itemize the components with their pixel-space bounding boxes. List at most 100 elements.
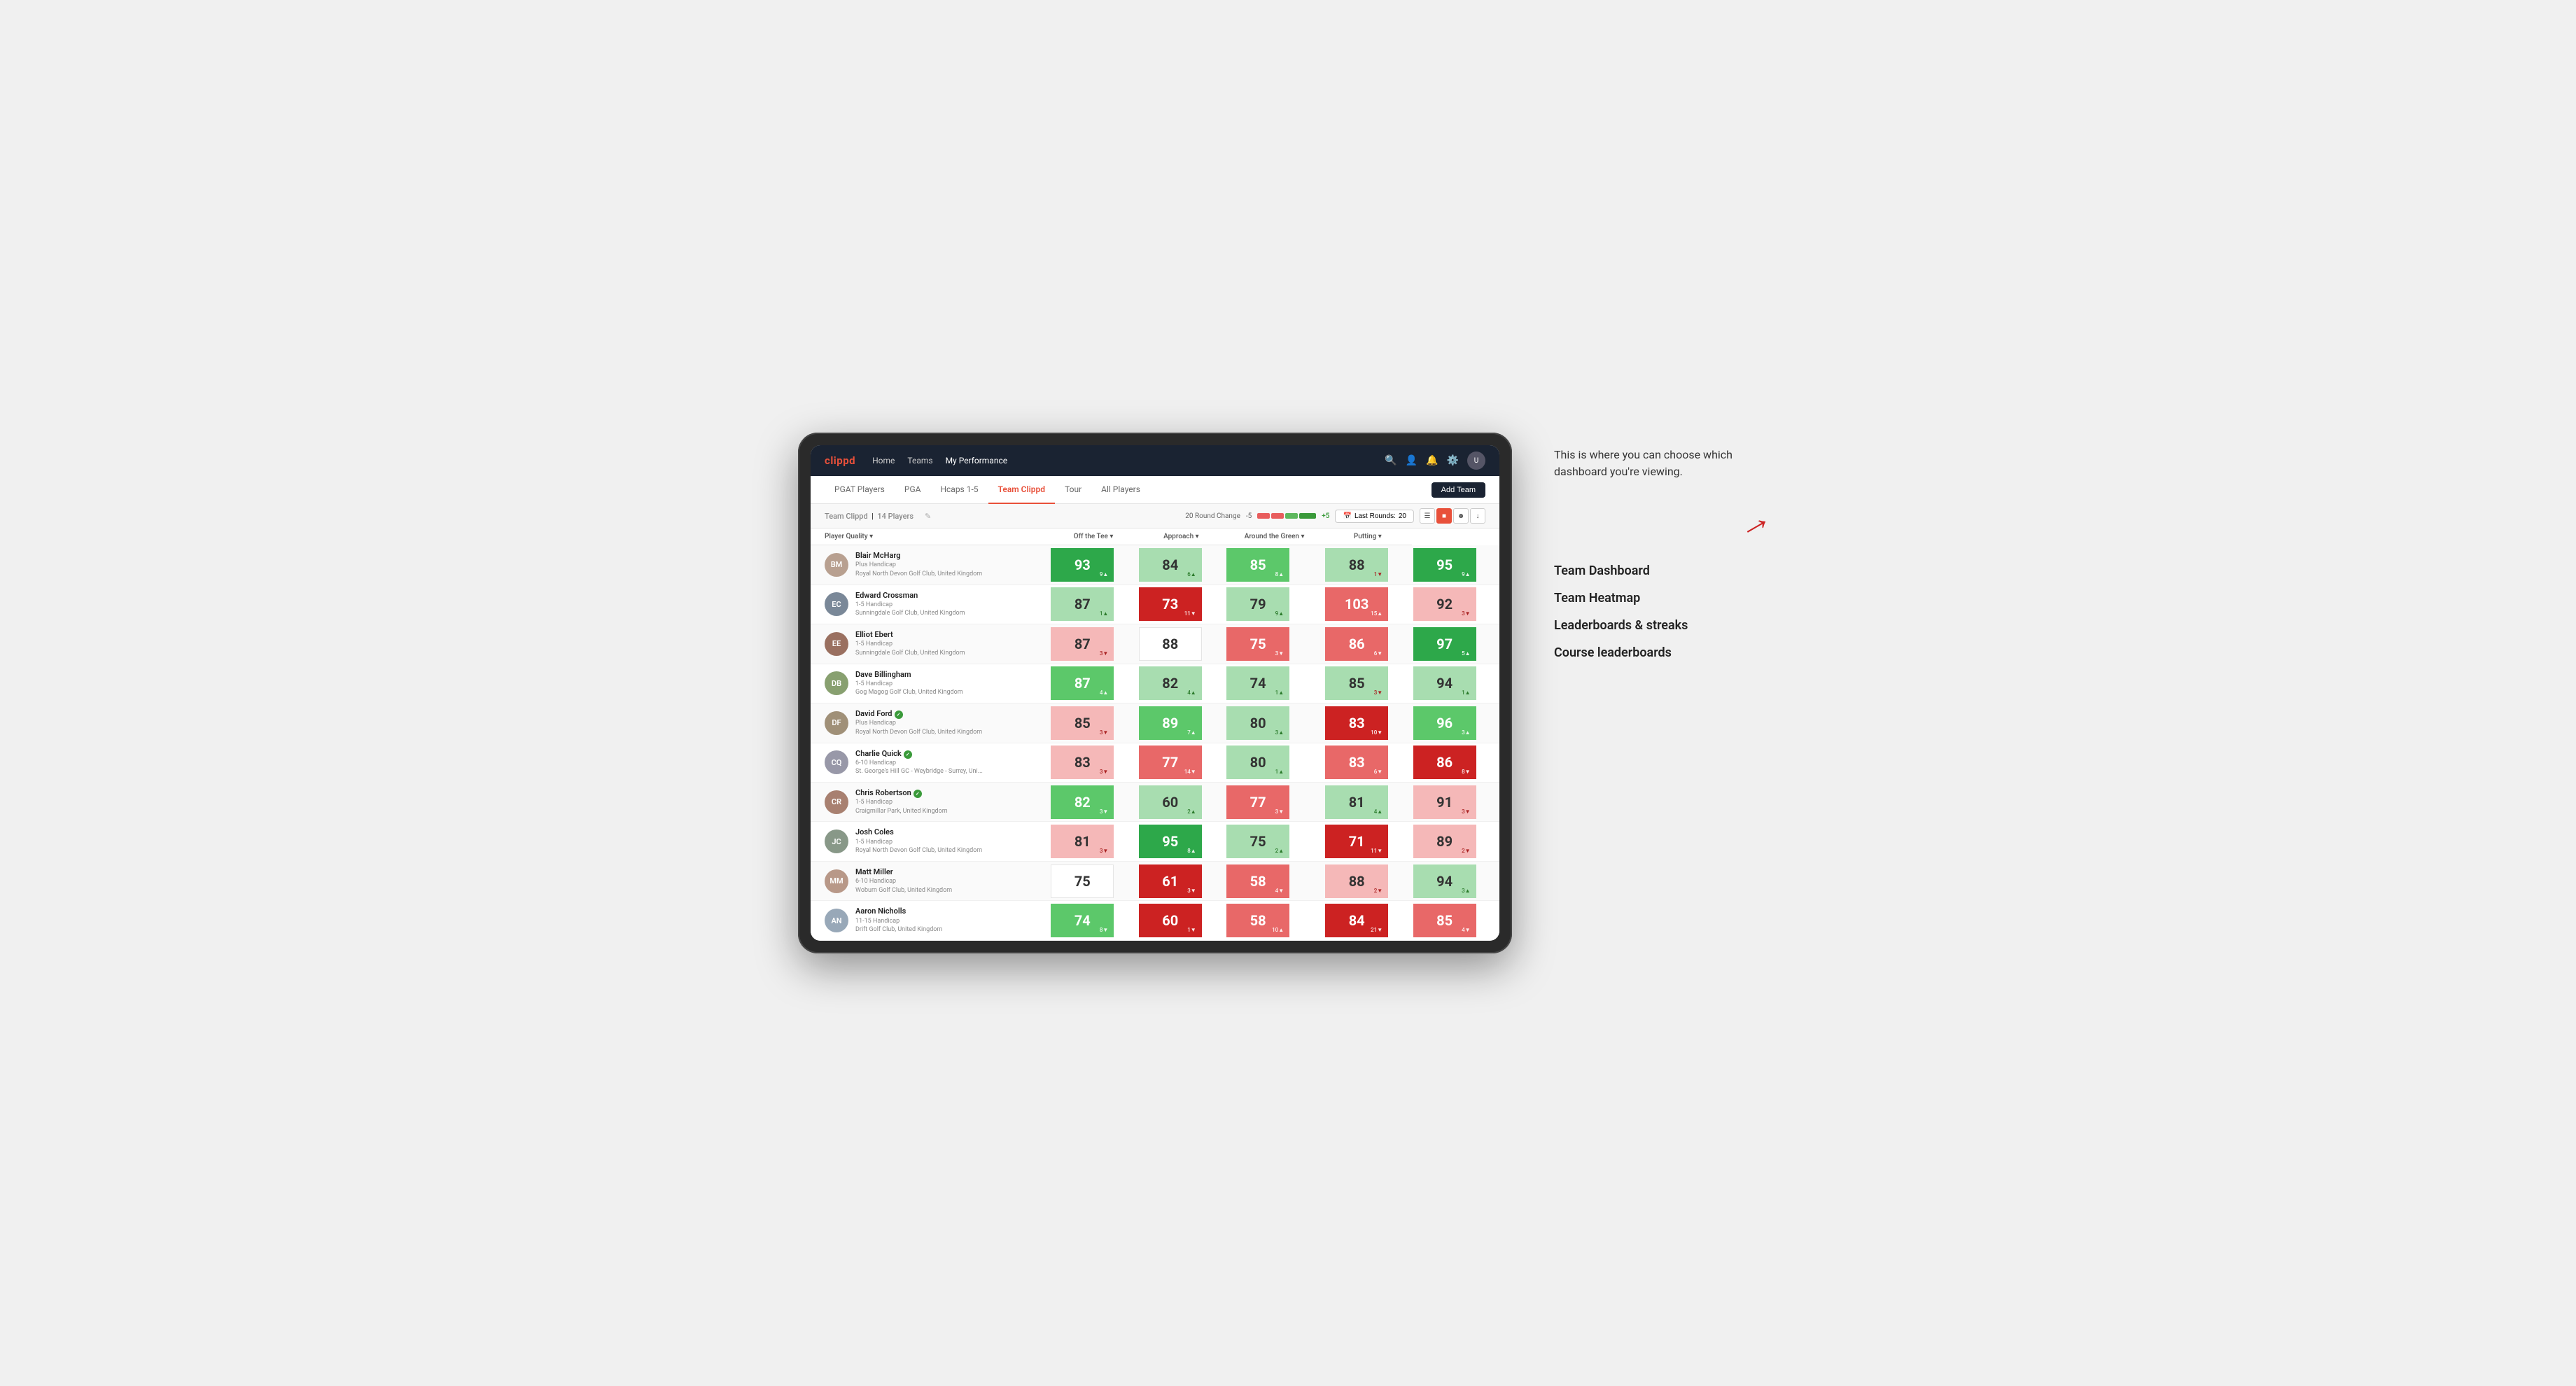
player-td[interactable]: DFDavid Ford✓Plus HandicapRoyal North De… bbox=[811, 704, 1049, 743]
score-cell: 584▼ bbox=[1225, 861, 1324, 900]
score-delta: 9▲ bbox=[1275, 610, 1284, 617]
score-value: 60 bbox=[1162, 912, 1178, 929]
score-box: 913▼ bbox=[1413, 785, 1476, 819]
score-value: 87 bbox=[1074, 636, 1091, 652]
score-box: 959▲ bbox=[1413, 548, 1476, 582]
player-td[interactable]: CQCharlie Quick✓6-10 HandicapSt. George'… bbox=[811, 743, 1049, 782]
score-box: 824▲ bbox=[1139, 666, 1202, 700]
score-delta: 1▲ bbox=[1100, 610, 1108, 617]
tab-hcaps[interactable]: Hcaps 1-5 bbox=[930, 476, 988, 504]
settings-icon[interactable]: ⚙️ bbox=[1447, 455, 1459, 466]
table-row: CQCharlie Quick✓6-10 HandicapSt. George'… bbox=[811, 743, 1499, 782]
nav-link-myperformance[interactable]: My Performance bbox=[946, 456, 1008, 465]
score-delta: 3▼ bbox=[1275, 808, 1284, 815]
score-value: 95 bbox=[1436, 556, 1452, 573]
score-box: 963▲ bbox=[1413, 706, 1476, 740]
round-change-plus: +5 bbox=[1322, 512, 1329, 520]
score-box: 748▼ bbox=[1051, 904, 1114, 937]
score-delta: 3▲ bbox=[1462, 729, 1470, 736]
score-delta: 8▲ bbox=[1187, 848, 1196, 854]
view-grid-button[interactable]: ☰ bbox=[1420, 508, 1435, 524]
col-approach[interactable]: Approach ▾ bbox=[1138, 528, 1225, 545]
score-delta: 15▲ bbox=[1371, 610, 1382, 617]
score-box: 846▲ bbox=[1139, 548, 1202, 582]
view-download-button[interactable]: ↓ bbox=[1470, 508, 1485, 524]
score-delta: 3▼ bbox=[1462, 808, 1470, 815]
score-delta: 6▲ bbox=[1187, 571, 1196, 578]
search-icon[interactable]: 🔍 bbox=[1385, 455, 1396, 466]
annotation-arrow: → bbox=[1554, 501, 1778, 542]
score-delta: 3▲ bbox=[1275, 729, 1284, 736]
score-box: 814▲ bbox=[1325, 785, 1388, 819]
player-td[interactable]: CRChris Robertson✓1-5 HandicapCraigmilla… bbox=[811, 782, 1049, 821]
score-delta: 6▼ bbox=[1374, 769, 1382, 775]
player-td[interactable]: DBDave Billingham1-5 HandicapGog Magog G… bbox=[811, 664, 1049, 703]
tab-team-clippd[interactable]: Team Clippd bbox=[988, 476, 1055, 504]
tab-all-players[interactable]: All Players bbox=[1091, 476, 1150, 504]
player-club: Sunningdale Golf Club, United Kingdom bbox=[855, 649, 965, 658]
score-cell: 88 bbox=[1138, 624, 1225, 664]
score-value: 89 bbox=[1162, 715, 1178, 732]
score-cell: 958▲ bbox=[1138, 822, 1225, 861]
player-td[interactable]: MMMatt Miller6-10 HandicapWoburn Golf Cl… bbox=[811, 861, 1049, 900]
option-course-leaderboards: Course leaderboards bbox=[1554, 645, 1778, 660]
score-delta: 4▲ bbox=[1187, 690, 1196, 696]
avatar[interactable]: U bbox=[1467, 451, 1485, 470]
tablet-frame: clippd Home Teams My Performance 🔍 👤 🔔 ⚙… bbox=[798, 433, 1512, 953]
edit-icon[interactable]: ✎ bbox=[925, 512, 931, 521]
score-delta: 3▼ bbox=[1100, 769, 1108, 775]
tab-pgat-players[interactable]: PGAT Players bbox=[825, 476, 895, 504]
col-putting[interactable]: Putting ▾ bbox=[1324, 528, 1411, 545]
score-cell: 7311▼ bbox=[1138, 584, 1225, 624]
annotation-text: This is where you can choose which dashb… bbox=[1554, 447, 1778, 480]
score-value: 85 bbox=[1349, 675, 1365, 692]
user-icon[interactable]: 👤 bbox=[1406, 455, 1418, 466]
player-name: David Ford✓ bbox=[855, 709, 982, 719]
view-heatmap-button[interactable]: ■ bbox=[1436, 508, 1452, 524]
score-delta: 4▲ bbox=[1100, 690, 1108, 696]
nav-link-home[interactable]: Home bbox=[872, 456, 895, 465]
table-header-row: Player Quality ▾ Off the Tee ▾ Approach … bbox=[811, 528, 1499, 545]
tab-pga[interactable]: PGA bbox=[895, 476, 931, 504]
score-cell: 975▲ bbox=[1412, 624, 1499, 664]
view-icons: ☰ ■ ☻ ↓ bbox=[1420, 508, 1485, 524]
player-avatar: AN bbox=[825, 909, 848, 932]
col-around-green[interactable]: Around the Green ▾ bbox=[1225, 528, 1324, 545]
score-value: 83 bbox=[1349, 715, 1365, 732]
nav-link-teams[interactable]: Teams bbox=[907, 456, 932, 465]
score-delta: 2▼ bbox=[1374, 888, 1382, 894]
col-off-tee[interactable]: Off the Tee ▾ bbox=[1049, 528, 1137, 545]
score-box: 753▼ bbox=[1226, 627, 1289, 661]
score-box: 923▼ bbox=[1413, 587, 1476, 621]
add-team-button[interactable]: Add Team bbox=[1432, 482, 1485, 498]
score-value: 81 bbox=[1074, 833, 1091, 850]
sub-nav: PGAT Players PGA Hcaps 1-5 Team Clippd T… bbox=[811, 476, 1499, 504]
player-td[interactable]: BMBlair McHargPlus HandicapRoyal North D… bbox=[811, 545, 1049, 584]
tab-tour[interactable]: Tour bbox=[1055, 476, 1091, 504]
option-leaderboards: Leaderboards & streaks bbox=[1554, 618, 1778, 633]
nav-links: Home Teams My Performance bbox=[872, 456, 1368, 465]
last-rounds-button[interactable]: 📅 Last Rounds: 20 bbox=[1335, 510, 1414, 523]
player-td[interactable]: ANAaron Nicholls11-15 HandicapDrift Golf… bbox=[811, 901, 1049, 940]
player-td[interactable]: EEElliot Ebert1-5 HandicapSunningdale Go… bbox=[811, 624, 1049, 664]
col-player-quality[interactable]: Player Quality ▾ bbox=[811, 528, 1049, 545]
round-change-bar bbox=[1257, 513, 1316, 519]
bell-icon[interactable]: 🔔 bbox=[1426, 455, 1438, 466]
score-value: 74 bbox=[1250, 675, 1266, 692]
player-avatar: JC bbox=[825, 830, 848, 853]
player-td[interactable]: ECEdward Crossman1-5 HandicapSunningdale… bbox=[811, 584, 1049, 624]
player-td[interactable]: JCJosh Coles1-5 HandicapRoyal North Devo… bbox=[811, 822, 1049, 861]
player-avatar: DF bbox=[825, 711, 848, 735]
score-value: 58 bbox=[1250, 873, 1266, 890]
score-value: 87 bbox=[1074, 675, 1091, 692]
score-box: 853▼ bbox=[1325, 666, 1388, 700]
score-box: 613▼ bbox=[1139, 864, 1202, 898]
score-delta: 3▼ bbox=[1100, 650, 1108, 657]
player-handicap: Plus Handicap bbox=[855, 719, 982, 728]
player-handicap: 1-5 Handicap bbox=[855, 601, 965, 610]
view-list-button[interactable]: ☻ bbox=[1453, 508, 1469, 524]
score-cell: 5810▲ bbox=[1225, 901, 1324, 940]
score-value: 85 bbox=[1250, 556, 1266, 573]
heatmap-table: Player Quality ▾ Off the Tee ▾ Approach … bbox=[811, 528, 1499, 941]
bar-dark-green bbox=[1299, 513, 1316, 519]
